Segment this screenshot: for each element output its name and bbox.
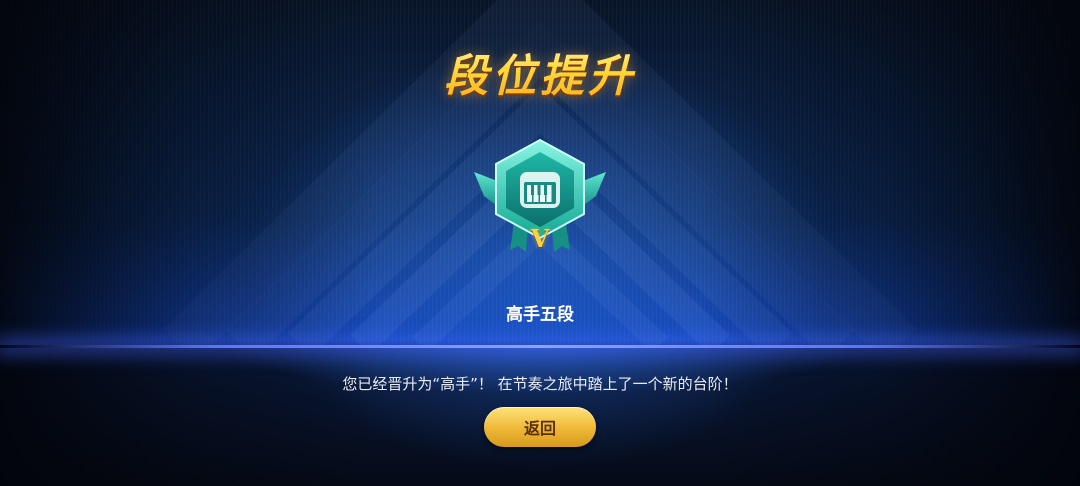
page-title: 段位提升 bbox=[0, 40, 1080, 104]
promotion-message: 您已经晋升为“高手”！ 在节奏之旅中踏上了一个新的台阶！ bbox=[342, 375, 738, 393]
rank-up-screen: 段位提升 V 高手五段 您已经晋升为“高手”！ 在节奏之旅中踏上了一个新的台阶！… bbox=[0, 0, 1080, 486]
back-button[interactable]: 返回 bbox=[484, 407, 596, 447]
rank-numeral: V bbox=[530, 224, 550, 253]
rank-name: 高手五段 bbox=[506, 305, 574, 325]
stage-floor-line bbox=[0, 345, 1080, 348]
back-button-label: 返回 bbox=[523, 419, 556, 438]
floor-glow bbox=[140, 346, 940, 466]
